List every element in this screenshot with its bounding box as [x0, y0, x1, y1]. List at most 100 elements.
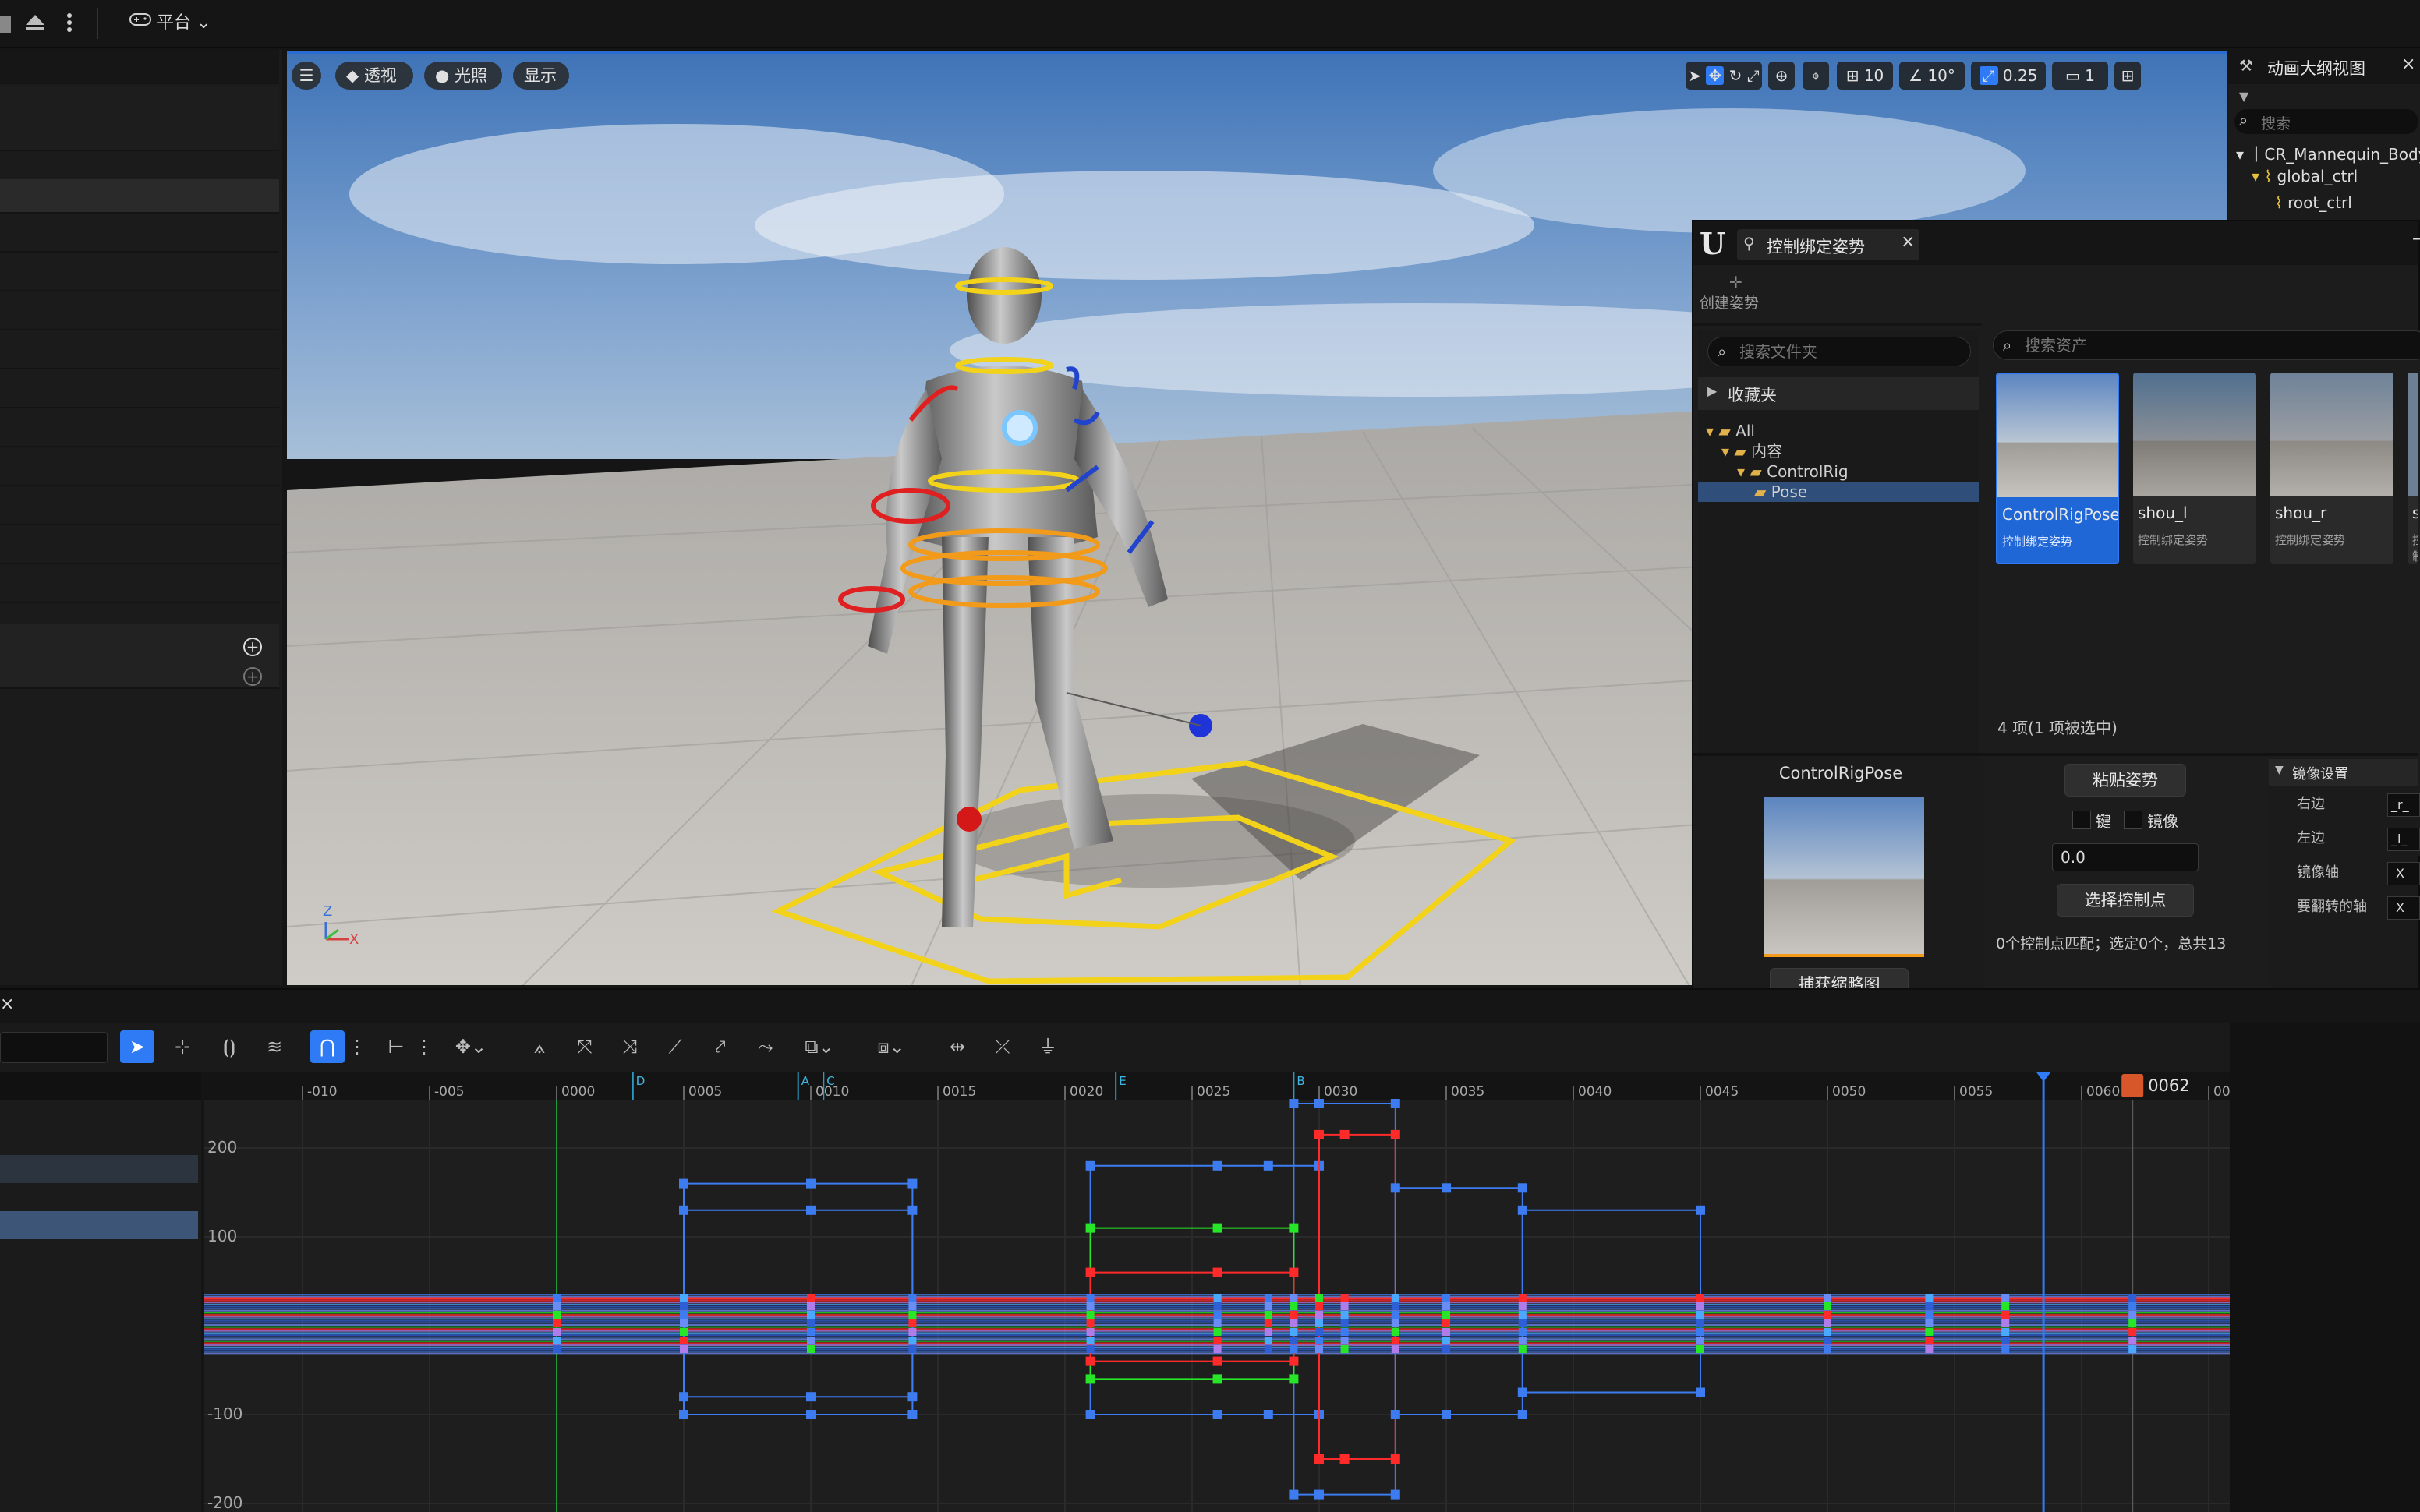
curve-key	[807, 1337, 815, 1344]
coordinate-space-button[interactable]: ⊕	[1768, 62, 1795, 90]
close-icon[interactable]: ×	[0, 994, 14, 1014]
curve-constant-icon[interactable]: ⤤	[703, 1030, 738, 1063]
curve-linear-icon[interactable]: ⟋	[658, 1030, 692, 1063]
details-row[interactable]	[0, 488, 279, 525]
curve-weighted-icon[interactable]: ⤳	[748, 1030, 783, 1063]
select-tool-icon[interactable]: ➤	[120, 1030, 154, 1063]
move-axis-dropdown[interactable]: ✥⌄	[446, 1030, 496, 1063]
asset-thumbnail	[2133, 373, 2256, 496]
curve-search-input[interactable]	[0, 1032, 108, 1063]
details-row[interactable]	[0, 293, 279, 330]
viewport-menu-button[interactable]: ☰	[292, 62, 321, 90]
curve-key	[1264, 1337, 1272, 1344]
asset-tile[interactable]: ControlRigPose 控制绑定姿势	[1996, 373, 2119, 564]
curve-tree-row[interactable]	[0, 1155, 198, 1183]
details-row[interactable]	[0, 410, 279, 447]
curve-options-dropdown[interactable]: ⧈⌄	[865, 1030, 917, 1063]
more-vertical-icon[interactable]	[64, 11, 75, 36]
details-category-header[interactable]	[0, 179, 279, 214]
snap-icon[interactable]: ⋂	[310, 1030, 345, 1063]
view-mode-button[interactable]: ◆ 透视	[335, 62, 413, 90]
chevron-down-icon[interactable]: ▼	[2239, 89, 2248, 104]
asset-search-input[interactable]: ⌕ 搜索资产	[1993, 330, 2420, 360]
outliner-item[interactable]: ▾ ⌇ global_ctrl	[2252, 167, 2358, 185]
multi-select-tool-icon[interactable]: ≋	[257, 1030, 292, 1063]
curve-key	[1290, 1294, 1298, 1302]
time-snap-icon[interactable]: ⊢	[379, 1030, 413, 1063]
mirror-left-input[interactable]: _l_	[2387, 828, 2420, 851]
select-controls-button[interactable]: 选择控制点	[2057, 884, 2194, 917]
tree-item-content[interactable]: ▾ ▰ 内容	[1721, 441, 1782, 461]
details-row[interactable]	[0, 449, 279, 486]
flip-axis-select[interactable]: X	[2387, 896, 2420, 920]
curve-key	[1212, 1223, 1222, 1233]
details-row[interactable]	[0, 215, 279, 253]
details-row[interactable]	[0, 254, 279, 291]
layout-button[interactable]: ⊞	[2114, 62, 2141, 90]
outliner-title: 动画大纲视图	[2267, 59, 2365, 78]
eject-icon[interactable]	[23, 11, 47, 36]
rotate-icon[interactable]: ↻	[1729, 66, 1742, 85]
mirror-checkbox[interactable]	[2124, 811, 2142, 829]
mirror-settings-header[interactable]: ▼ 镜像设置	[2269, 759, 2418, 786]
flatten-icon[interactable]: ⇹	[940, 1030, 975, 1063]
mirror-right-input[interactable]: _r_	[2387, 793, 2420, 817]
frame-icon[interactable]: ⏚	[1031, 1030, 1065, 1063]
favorites-header[interactable]: ▶ 收藏夹	[1698, 377, 1979, 410]
outliner-search-input[interactable]: ⌕ 搜索	[2234, 109, 2418, 134]
outliner-item[interactable]: ⌇ root_ctrl	[2275, 193, 2352, 212]
retime-tool-icon[interactable]: ⦗⦘	[212, 1030, 246, 1063]
curve-tree-row-selected[interactable]	[0, 1211, 198, 1239]
camera-speed-button[interactable]: ▭ 1	[2052, 62, 2108, 90]
scale-icon[interactable]: ⤢	[1747, 66, 1760, 85]
platform-dropdown[interactable]: 平台 ⌄	[120, 8, 220, 39]
close-icon[interactable]: ×	[1901, 232, 1915, 252]
key-checkbox[interactable]	[2072, 811, 2091, 829]
blend-input[interactable]: 0.0	[2052, 843, 2199, 871]
curve-key-icon[interactable]: ⟑	[522, 1030, 557, 1063]
tree-item-controlrig[interactable]: ▾ ▰ ControlRig	[1737, 461, 1849, 482]
asset-tile[interactable]: shou_r 控制绑定姿势	[2270, 373, 2393, 564]
ruler-label: -010	[307, 1084, 338, 1100]
asset-tile[interactable]: shou_l 控制绑定姿势	[2133, 373, 2256, 564]
curve-filter-dropdown[interactable]: ⧉⌄	[794, 1030, 845, 1063]
grid-icon[interactable]	[0, 16, 11, 33]
asset-type: 控制绑定姿势	[2002, 535, 2073, 549]
create-pose-button[interactable]: ✛ 创建姿势	[1700, 273, 1774, 320]
add-icon[interactable]: +	[243, 638, 262, 656]
add-icon[interactable]: +	[243, 667, 262, 686]
curve-auto-icon[interactable]: ⤨	[613, 1030, 647, 1063]
details-row[interactable]	[0, 371, 279, 408]
details-row[interactable]	[0, 332, 279, 369]
lighting-button[interactable]: ● 光照	[424, 62, 502, 90]
minimize-icon[interactable]: –	[2412, 229, 2420, 249]
details-row[interactable]	[0, 527, 279, 564]
folder-search-input[interactable]: ⌕ 搜索文件夹	[1707, 337, 1971, 366]
mirror-axis-select[interactable]: X	[2387, 862, 2420, 885]
asset-tile[interactable]: sh 控制绑定姿势	[2408, 373, 2418, 564]
flip-axis-label: 要翻转的轴	[2297, 899, 2367, 915]
paste-pose-button[interactable]: 粘贴姿势	[2064, 764, 2186, 797]
move-icon[interactable]: ✥	[1706, 66, 1725, 85]
details-row[interactable]	[0, 566, 279, 603]
tab-control-rig-pose[interactable]: ⚲ 控制绑定姿势 ×	[1737, 229, 1919, 260]
surface-snap-button[interactable]: ⌖	[1803, 62, 1829, 90]
grid-snap-button[interactable]: ⊞ 10	[1837, 62, 1893, 90]
tree-item-pose[interactable]: ▰ Pose	[1698, 482, 1979, 502]
close-icon[interactable]: ×	[2401, 55, 2415, 74]
angle-snap-button[interactable]: ∠ 10°	[1899, 62, 1965, 90]
show-button[interactable]: 显示	[513, 62, 569, 90]
transform-tool-icon[interactable]: ⊹	[165, 1030, 200, 1063]
more-vertical-icon[interactable]: ⋮	[348, 1030, 366, 1063]
curve-key	[1518, 1319, 1527, 1327]
select-icon[interactable]: ➤	[1688, 66, 1701, 85]
curve-editor-graph[interactable]: 5-010-0050000000500100015002000250030003…	[204, 1072, 2230, 1512]
curve-key	[1290, 1319, 1298, 1327]
more-vertical-icon[interactable]: ⋮	[415, 1030, 433, 1063]
straighten-icon[interactable]: ⤫	[985, 1030, 1020, 1063]
curve-tangent-icon[interactable]: ⤧	[568, 1030, 602, 1063]
scale-snap-button[interactable]: ⤢ 0.25	[1971, 62, 2046, 90]
curve-key	[2128, 1345, 2137, 1353]
tree-item-all[interactable]: ▾ ▰ All	[1706, 421, 1755, 441]
outliner-item[interactable]: ▾ ｜CR_Mannequin_Body	[2236, 142, 2420, 164]
